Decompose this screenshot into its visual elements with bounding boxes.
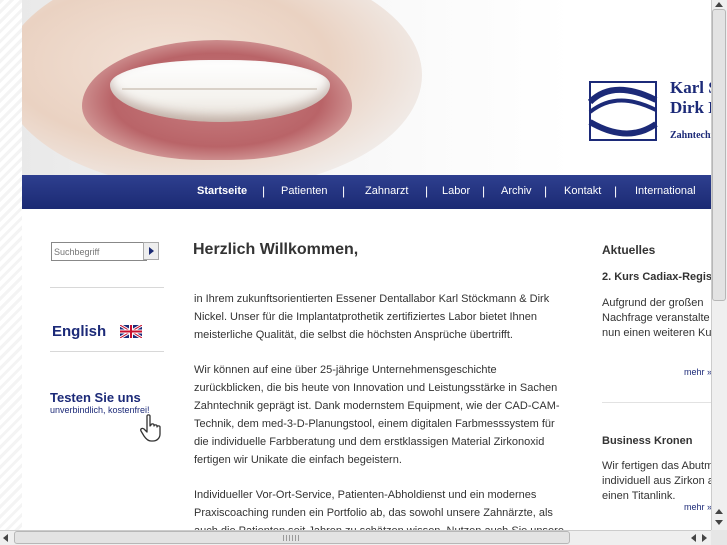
news-item-title[interactable]: Business Kronen xyxy=(602,435,711,447)
company-logo[interactable] xyxy=(588,80,658,142)
scrollbar-grip-icon xyxy=(283,535,299,541)
pointing-hand-icon[interactable] xyxy=(140,414,164,442)
intro-paragraph-1: in Ihrem zukunftsorientierten Essener De… xyxy=(194,293,550,341)
news-text-line: individuell aus Zirkon a xyxy=(602,475,711,487)
news-divider xyxy=(602,402,711,403)
uk-flag-icon[interactable] xyxy=(120,325,142,338)
scroll-right-arrow-icon[interactable] xyxy=(702,534,707,542)
intro-paragraph-3: Individueller Vor-Ort-Service, Patienten… xyxy=(194,489,564,530)
news-more-link[interactable]: mehr » xyxy=(684,502,711,512)
nav-patienten[interactable]: Patienten xyxy=(281,185,327,197)
main-navigation: Startseite | Patienten | Zahnarzt | Labo… xyxy=(22,175,711,209)
sidebar-divider xyxy=(50,287,164,288)
nav-international[interactable]: International xyxy=(635,185,696,197)
page-viewport: Karl S Dirk N Zahntechn Startseite | Pat… xyxy=(22,0,711,530)
nav-separator: | xyxy=(425,184,429,198)
header-banner: Karl S Dirk N Zahntechn xyxy=(22,0,711,175)
intro-paragraph-2: Wir können auf eine über 25-jährige Unte… xyxy=(194,364,560,466)
news-item-title[interactable]: 2. Kurs Cadiax-Regis xyxy=(602,271,711,283)
news-text-line: nun einen weiteren Ku xyxy=(602,327,711,339)
scroll-left-arrow-icon[interactable] xyxy=(3,534,8,542)
nav-startseite[interactable]: Startseite xyxy=(197,185,247,197)
news-item-text: Wir fertigen das Abutm individuell aus Z… xyxy=(602,459,711,504)
sidebar-divider xyxy=(50,351,164,352)
scroll-left-arrow-icon[interactable] xyxy=(691,534,696,542)
news-text-line: Nachfrage veranstalte xyxy=(602,312,710,324)
english-link[interactable]: English xyxy=(52,323,106,340)
smile-photo-teeth-gap xyxy=(122,88,317,90)
nav-separator: | xyxy=(544,184,548,198)
nav-separator: | xyxy=(342,184,346,198)
nav-labor[interactable]: Labor xyxy=(442,185,470,197)
nav-kontakt[interactable]: Kontakt xyxy=(564,185,601,197)
search-input[interactable] xyxy=(51,242,147,261)
vertical-scrollbar-thumb[interactable] xyxy=(712,9,726,301)
nav-archiv[interactable]: Archiv xyxy=(501,185,532,197)
news-item-text: Aufgrund der großen Nachfrage veranstalt… xyxy=(602,296,711,341)
news-more-link[interactable]: mehr » xyxy=(684,367,711,377)
nav-zahnarzt[interactable]: Zahnarzt xyxy=(365,185,408,197)
scroll-down-arrow-icon[interactable] xyxy=(715,520,723,525)
nav-separator: | xyxy=(262,184,266,198)
brand-name-line2: Dirk N xyxy=(670,98,711,117)
testen-banner-title[interactable]: Testen Sie uns xyxy=(50,390,141,405)
brand-name-line1: Karl S xyxy=(670,78,711,97)
nav-separator: | xyxy=(614,184,618,198)
news-text-line: Wir fertigen das Abutm xyxy=(602,460,711,472)
scroll-up-arrow-icon[interactable] xyxy=(715,509,723,514)
nav-separator: | xyxy=(482,184,486,198)
search-submit-button[interactable] xyxy=(143,242,159,260)
news-heading: Aktuelles xyxy=(602,243,656,257)
scroll-up-arrow-icon[interactable] xyxy=(715,2,723,7)
news-text-line: Aufgrund der großen xyxy=(602,297,704,309)
brand-subtitle: Zahntechn xyxy=(670,130,711,141)
scrollbar-corner xyxy=(711,530,727,545)
page-title: Herzlich Willkommen, xyxy=(193,241,359,258)
left-background-stripe xyxy=(0,0,22,545)
